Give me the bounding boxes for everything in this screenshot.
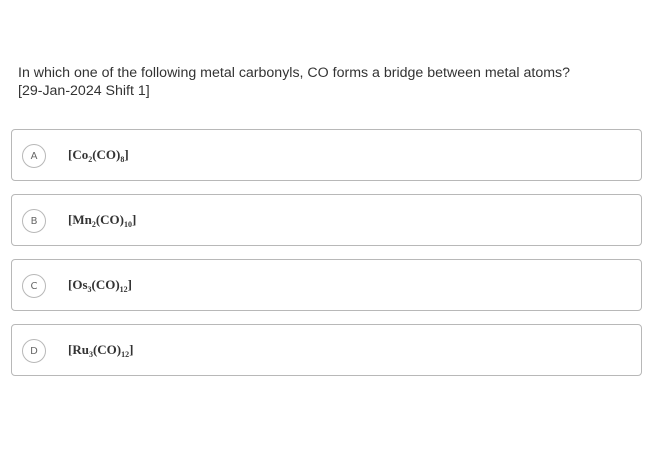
- formula-text: ]: [127, 277, 133, 292]
- formula-text: (CO): [95, 212, 125, 227]
- formula-text: (CO): [92, 342, 122, 357]
- formula-text: [Os: [68, 277, 88, 292]
- option-formula: [Os3(CO)12]: [68, 277, 133, 294]
- formula-text: ]: [124, 147, 129, 162]
- option-c[interactable]: C [Os3(CO)12]: [11, 259, 642, 311]
- question-line: In which one of the following metal carb…: [18, 65, 571, 81]
- option-formula: [Ru3(CO)12]: [68, 342, 134, 359]
- formula-subscript: 10: [124, 220, 133, 229]
- option-b[interactable]: B [Mn2(CO)10]: [11, 194, 642, 246]
- option-letter-badge: B: [22, 209, 46, 233]
- options-list: A [Co2(CO)8] B [Mn2(CO)10] C [Os3(CO)12]…: [11, 129, 644, 389]
- question-text: In which one of the following metal carb…: [18, 64, 638, 100]
- formula-text: ]: [129, 342, 134, 357]
- option-formula: [Co2(CO)8]: [68, 147, 129, 164]
- formula-text: [Co: [68, 147, 89, 162]
- formula-text: (CO): [92, 147, 121, 162]
- formula-text: [Mn: [68, 212, 92, 227]
- option-formula: [Mn2(CO)10]: [68, 212, 137, 229]
- option-d[interactable]: D [Ru3(CO)12]: [11, 324, 642, 376]
- option-letter-badge: C: [22, 274, 46, 298]
- option-letter-badge: D: [22, 339, 46, 363]
- formula-subscript: 12: [119, 285, 128, 294]
- formula-text: ]: [132, 212, 137, 227]
- question-exam-reference: [29-Jan-2024 Shift 1]: [18, 83, 150, 99]
- formula-text: (CO): [91, 277, 120, 292]
- formula-subscript: 12: [121, 350, 130, 359]
- option-letter-badge: A: [22, 144, 46, 168]
- formula-text: [Ru: [68, 342, 89, 357]
- option-a[interactable]: A [Co2(CO)8]: [11, 129, 642, 181]
